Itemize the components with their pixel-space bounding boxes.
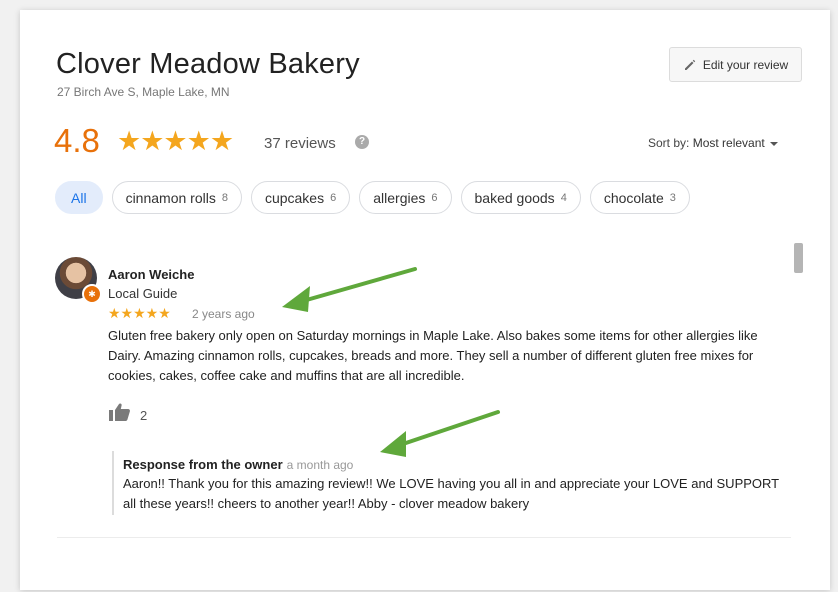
rating-stars: ★★★★★ [117,126,234,156]
business-name: Clover Meadow Bakery [56,48,360,80]
filter-chip-label: allergies [373,189,426,206]
sort-value: Most relevant [692,136,765,150]
filter-chip-label: chocolate [603,189,664,206]
filter-chip-count: 8 [221,191,228,204]
filter-chip-chocolate[interactable]: chocolate 3 [589,181,690,214]
review-text: Gluten free bakery only open on Saturday… [108,328,758,383]
owner-response-text: Aaron!! Thank you for this amazing revie… [123,476,779,511]
filter-chip-label: cinnamon rolls [125,189,216,206]
caret-down-icon [769,141,778,146]
business-address: 27 Birch Ave S, Maple Lake, MN [57,85,230,99]
filter-chip-allergies[interactable]: allergies 6 [359,181,452,214]
pencil-icon [684,59,696,70]
filter-chip-count: 4 [560,191,567,204]
filter-chips: All cinnamon rolls 8 cupcakes 6 allergie… [55,181,690,214]
review-time: 2 years ago [192,307,255,321]
review-author-badge: Local Guide [108,286,178,301]
like-count: 2 [140,408,148,423]
owner-response-heading: Response from the owner a month ago [123,457,353,472]
edit-review-label: Edit your review [702,57,789,72]
filter-chip-count: 3 [669,191,676,204]
filter-chip-label: All [71,189,87,206]
filter-chip-label: baked goods [474,189,555,206]
filter-chip-count: 6 [330,191,337,204]
question-icon[interactable]: ? [355,135,369,149]
sort-dropdown[interactable]: Sort by: Most relevant [648,136,778,150]
reviews-panel: Clover Meadow Bakery 27 Birch Ave S, Map… [20,10,830,590]
rating-score: 4.8 [54,122,100,159]
local-guide-badge-icon: ✱ [82,284,102,304]
review-stars: ★★★★★ [108,305,171,321]
filter-chip-cinnamon-rolls[interactable]: cinnamon rolls 8 [111,181,242,214]
owner-response-time: a month ago [286,458,354,472]
edit-review-button[interactable]: Edit your review [669,47,802,82]
filter-chip-all[interactable]: All [55,181,103,214]
owner-response-title: Response from the owner [123,457,283,472]
thumbs-up-icon[interactable] [108,402,132,422]
scrollbar-thumb[interactable] [794,243,803,273]
annotation-arrow-review-time [282,267,417,312]
filter-chip-label: cupcakes [264,189,325,206]
divider [57,537,791,538]
sort-label: Sort by: [648,136,690,150]
filter-chip-baked-goods[interactable]: baked goods 4 [460,181,581,214]
review-count[interactable]: 37 reviews [264,135,336,152]
filter-chip-count: 6 [431,191,438,204]
filter-chip-cupcakes[interactable]: cupcakes 6 [250,181,351,214]
review-author[interactable]: Aaron Weiche [108,267,194,282]
